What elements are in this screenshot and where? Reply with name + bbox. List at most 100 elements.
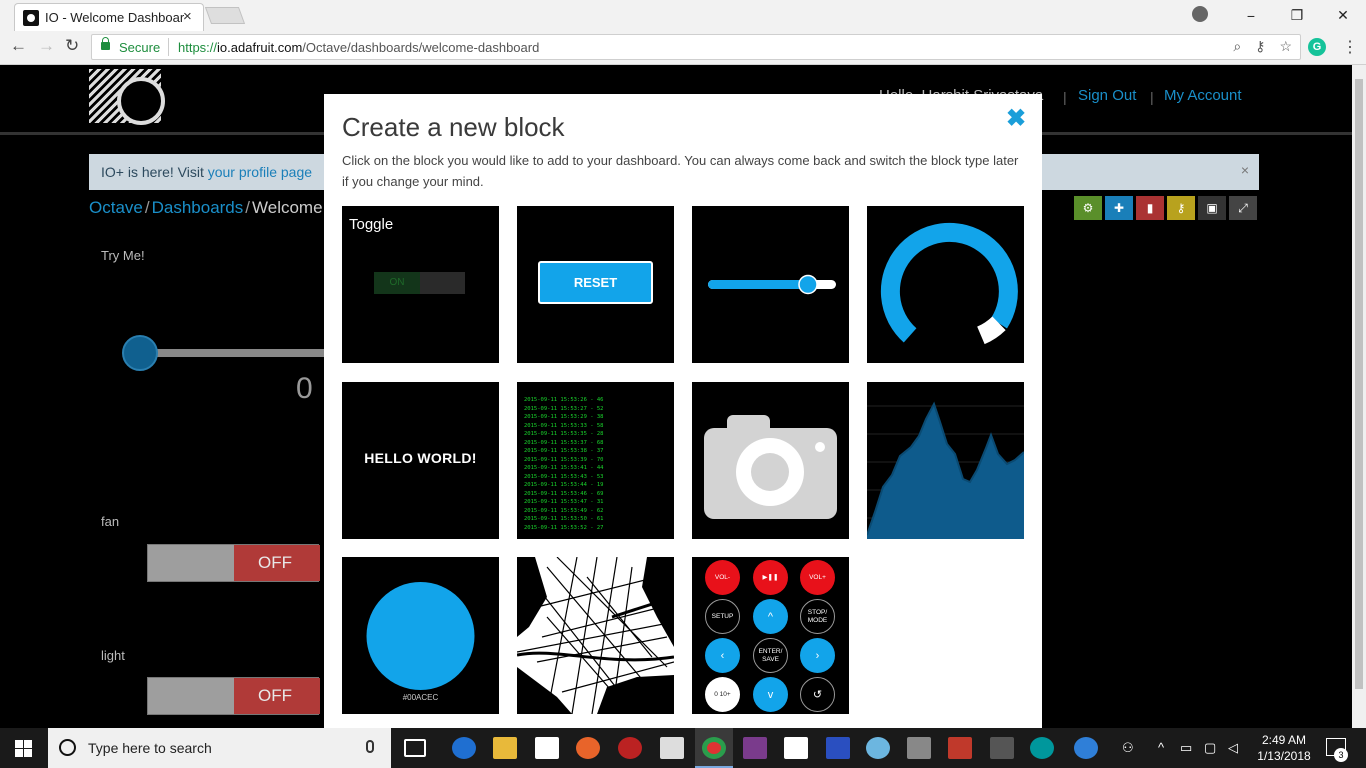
zoom-icon[interactable]: ⌕ (1233, 38, 1241, 55)
stream-line: 2015-09-11 15:53:50 - 61 (524, 516, 604, 522)
light-toggle[interactable]: OFF (147, 677, 320, 715)
block-option-remote-control[interactable]: VOL- ▶❚❚ VOL+ SETUP ^ STOP/ MODE ‹ ENTER… (692, 557, 849, 714)
clock-time: 2:49 AM (1261, 733, 1307, 747)
film-icon[interactable] (990, 737, 1014, 759)
stream-line: 2015-09-11 15:53:26 - 46 (524, 397, 604, 403)
block-option-line-chart[interactable] (867, 382, 1024, 539)
io-favicon-icon (23, 10, 39, 26)
clock-date: 1/13/2018 (1257, 749, 1311, 763)
browser-tab-active[interactable]: IO - Welcome Dashboard × (14, 3, 204, 31)
block-option-gauge[interactable] (867, 206, 1024, 363)
block-option-color-picker[interactable]: #00ACEC (342, 557, 499, 714)
breadcrumb-dashboards[interactable]: Dashboards (152, 198, 244, 217)
stream-line: 2015-09-11 15:53:37 - 68 (524, 439, 604, 446)
chrome-menu-icon[interactable]: ⋮ (1342, 37, 1358, 57)
battery-icon[interactable]: ▭ (1180, 740, 1192, 756)
url-text[interactable]: https://io.adafruit.com/Octave/dashboard… (178, 40, 539, 55)
app-globe-icon[interactable] (866, 737, 890, 759)
lock-icon[interactable]: ▣ (1198, 196, 1226, 220)
remote-down-button: v (753, 677, 788, 712)
block-option-image[interactable] (692, 382, 849, 539)
address-bar[interactable]: Secure https://io.adafruit.com/Octave/da… (91, 34, 1301, 60)
my-account-link[interactable]: My Account (1164, 87, 1242, 104)
page-scrollbar[interactable] (1352, 65, 1366, 728)
block-option-stream[interactable]: 2015-09-11 15:53:26 - 46 2015-09-11 15:53… (517, 382, 674, 539)
block-option-slider[interactable] (692, 206, 849, 363)
modal-close-icon[interactable]: ✖ (1006, 104, 1026, 133)
volume-icon[interactable]: ◁ (1228, 740, 1238, 756)
header-separator: | (1063, 89, 1067, 105)
add-block-plus-icon[interactable]: ✚ (1105, 196, 1133, 220)
new-tab-button[interactable] (204, 7, 246, 24)
remote-stop-mode-button: STOP/ MODE (800, 599, 835, 634)
restore-button[interactable]: ❐ (1274, 7, 1320, 24)
profile-page-link[interactable]: your profile page (208, 164, 312, 180)
remote-setup-button: SETUP (705, 599, 740, 634)
block-option-map[interactable] (517, 557, 674, 714)
stream-line: 2015-09-11 15:53:41 - 44 (524, 465, 604, 471)
reload-icon[interactable]: ↻ (65, 36, 79, 56)
arduino-icon[interactable] (1030, 737, 1054, 759)
key-icon[interactable]: ⚷ (1255, 38, 1265, 55)
delete-trash-icon[interactable]: ▮ (1136, 196, 1164, 220)
banner-close-icon[interactable]: × (1241, 162, 1249, 178)
profile-icon[interactable] (1192, 6, 1208, 22)
chrome-icon[interactable] (702, 737, 726, 759)
back-arrow-icon[interactable]: ← (10, 36, 27, 56)
app-v-icon[interactable] (826, 737, 850, 759)
people-icon[interactable]: ⚇ (1122, 740, 1134, 756)
block-option-toggle[interactable]: Toggle ON (342, 206, 499, 363)
tab-close-icon[interactable]: × (183, 8, 192, 25)
slider-knob[interactable] (122, 335, 158, 371)
block-option-momentary-button[interactable]: RESET (517, 206, 674, 363)
sign-out-link[interactable]: Sign Out (1078, 87, 1136, 104)
adafruit-io-logo[interactable] (89, 69, 165, 125)
reset-button-preview: RESET (538, 261, 653, 304)
light-toggle-state: OFF (234, 678, 320, 714)
windows-taskbar: Type here to search ⚇ ^ ▭ ▢ ◁ 2:49 AM 1/… (0, 728, 1366, 768)
edge-browser-icon[interactable] (452, 737, 476, 759)
window-controls: − ❐ ✕ (1228, 0, 1366, 31)
fan-toggle[interactable]: OFF (147, 544, 320, 582)
stream-line: 2015-09-11 15:53:43 - 53 (524, 473, 604, 480)
stream-line: 2015-09-11 15:53:29 - 38 (524, 414, 604, 420)
tray-chevron-icon[interactable]: ^ (1158, 740, 1164, 755)
close-window-button[interactable]: ✕ (1320, 7, 1366, 24)
breadcrumb-octave[interactable]: Octave (89, 198, 143, 217)
fullscreen-expand-icon[interactable]: ⤢ (1229, 196, 1257, 220)
block-title-fan: fan (101, 514, 120, 529)
create-block-modal: Create a new block ✖ Click on the block … (324, 94, 1042, 728)
task-view-icon[interactable] (404, 739, 426, 757)
network-icon[interactable]: ▢ (1204, 740, 1216, 756)
taskbar-clock[interactable]: 2:49 AM 1/13/2018 (1254, 732, 1314, 764)
taskbar-search-box[interactable]: Type here to search (48, 728, 391, 768)
secure-label: Secure (119, 40, 161, 55)
microphone-icon[interactable] (366, 740, 374, 753)
modal-title: Create a new block (342, 112, 565, 142)
modal-description: Click on the block you would like to add… (342, 153, 1019, 189)
windows-start-icon[interactable] (15, 740, 32, 757)
key-icon[interactable]: ⚷ (1167, 196, 1195, 220)
store-icon[interactable] (535, 737, 559, 759)
remote-zero-button: 0 10+ (705, 677, 740, 712)
settings-gear-icon[interactable]: ⚙ (1074, 196, 1102, 220)
minimize-button[interactable]: − (1228, 8, 1274, 24)
winrar-icon[interactable] (743, 737, 767, 759)
file-explorer-icon[interactable] (493, 737, 517, 759)
block-option-text[interactable]: HELLO WORLD! (342, 382, 499, 539)
forward-arrow-icon[interactable]: → (38, 36, 55, 56)
app-red-icon[interactable] (618, 737, 642, 759)
app-m-icon[interactable] (784, 737, 808, 759)
stream-line: 2015-09-11 15:53:44 - 19 (524, 482, 604, 488)
slider-track[interactable] (140, 349, 324, 357)
slider-value: 0 (296, 372, 313, 405)
omnibox-actions: ⌕ ⚷ ☆ (1233, 38, 1292, 55)
mail-icon[interactable] (660, 737, 684, 759)
bookmark-star-icon[interactable]: ☆ (1279, 38, 1292, 55)
photos-icon[interactable] (907, 737, 931, 759)
remote-play-pause-button: ▶❚❚ (753, 560, 788, 595)
acrobat-icon[interactable] (948, 737, 972, 759)
firefox-icon[interactable] (576, 737, 600, 759)
grammarly-extension-icon[interactable]: G (1308, 38, 1326, 56)
help-icon[interactable] (1074, 737, 1098, 759)
